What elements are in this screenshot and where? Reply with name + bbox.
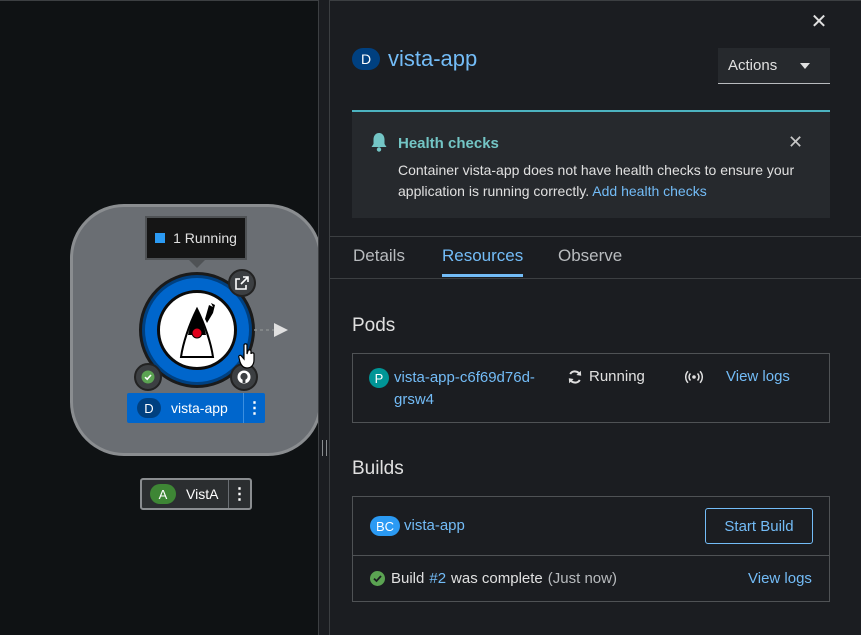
check-circle-icon [370, 571, 385, 586]
pod-status-text: Running [589, 368, 645, 385]
build-status-line: Build #2 was complete (Just now) [370, 570, 617, 587]
panel-header: D vista-app [352, 46, 477, 72]
tab-resources[interactable]: Resources [442, 246, 523, 266]
hand-cursor-icon [238, 343, 255, 369]
drag-grip-icon [322, 440, 327, 456]
application-label[interactable]: A VistA ⋮ [140, 478, 252, 510]
pod-view-logs-link[interactable]: View logs [726, 368, 790, 385]
health-checks-alert: Health checks ✕ Container vista-app does… [352, 110, 830, 218]
actions-label: Actions [728, 57, 778, 74]
open-url-icon[interactable] [228, 269, 256, 297]
application-kebab-icon[interactable]: ⋮ [228, 480, 250, 508]
panel-resize-handle[interactable] [318, 0, 330, 635]
pod-badge: P [369, 368, 389, 388]
application-badge: A [150, 484, 176, 504]
buildconfig-badge: BC [370, 516, 400, 536]
build-view-logs-link[interactable]: View logs [748, 570, 812, 587]
pod-name-link[interactable]: vista-app-c6f69d76d-grsw4 [394, 367, 544, 411]
actions-dropdown[interactable]: Actions [718, 48, 830, 84]
pod-count-tooltip: 1 Running [145, 216, 247, 260]
running-square-icon [155, 233, 166, 243]
tooltip-text: 1 Running [173, 230, 237, 246]
alert-title: Health checks [398, 135, 499, 152]
tab-details[interactable]: Details [353, 246, 405, 266]
build-success-icon[interactable] [134, 363, 162, 391]
build-status-suffix: was complete [451, 570, 543, 587]
pods-heading: Pods [352, 315, 396, 336]
deployment-kebab-icon[interactable]: ⋮ [243, 393, 265, 423]
resource-badge: D [352, 48, 380, 70]
application-name: VistA [186, 486, 219, 502]
build-status-prefix: Build [391, 570, 425, 587]
alert-body: Container vista-app does not have health… [398, 160, 818, 202]
start-build-button[interactable]: Start Build [705, 508, 813, 544]
topology-canvas[interactable]: 1 Running D vista-app ⋮ A VistA ⋮ [0, 0, 322, 635]
deployment-label[interactable]: D vista-app ⋮ [127, 393, 265, 423]
pod-status: Running [567, 368, 645, 385]
builds-divider [352, 555, 830, 556]
java-duke-icon [157, 290, 237, 370]
deployment-badge: D [137, 398, 161, 418]
builds-heading: Builds [352, 458, 404, 479]
alert-close-button[interactable]: ✕ [788, 132, 803, 153]
terminal-signal-icon [685, 370, 703, 384]
build-number-link[interactable]: #2 [429, 570, 446, 587]
bell-icon [371, 133, 387, 152]
sync-icon [568, 369, 582, 384]
buildconfig-name-link[interactable]: vista-app [404, 517, 465, 534]
caret-down-icon [800, 63, 810, 69]
resource-title[interactable]: vista-app [388, 46, 477, 72]
tooltip-arrow [188, 259, 206, 268]
connector-arrow-icon[interactable] [254, 321, 290, 339]
panel-tabs: Details Resources Observe [330, 236, 861, 279]
add-health-checks-link[interactable]: Add health checks [592, 183, 706, 199]
close-panel-button[interactable]: ✕ [808, 11, 830, 33]
build-timestamp: (Just now) [547, 570, 617, 587]
deployment-name: vista-app [171, 400, 228, 416]
tab-observe[interactable]: Observe [558, 246, 622, 266]
active-tab-indicator [442, 274, 523, 277]
